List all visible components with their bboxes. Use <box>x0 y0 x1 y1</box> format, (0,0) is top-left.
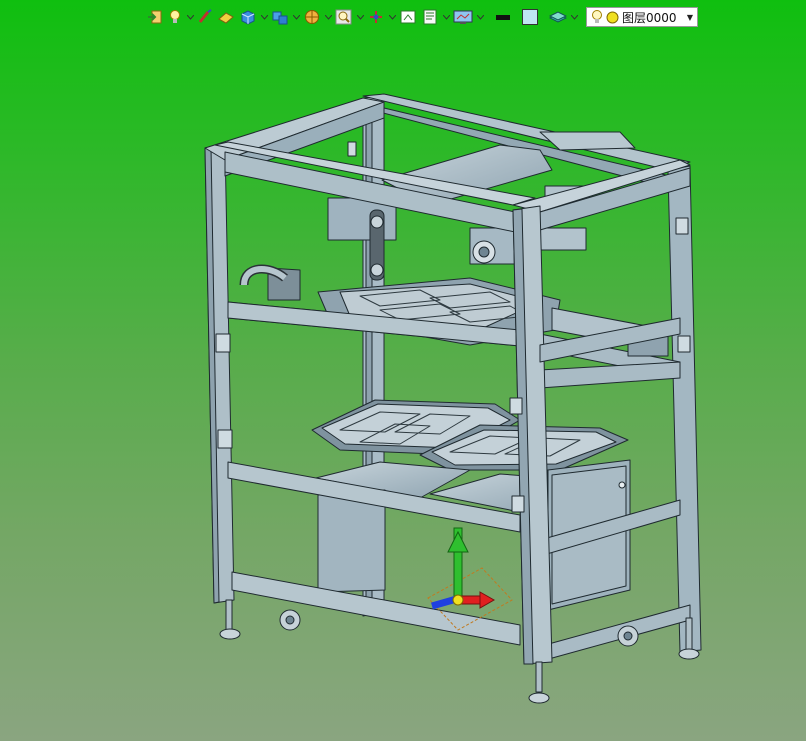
zoom-button[interactable] <box>334 7 354 27</box>
graphics-toolbar: 图层0000 ▼ <box>146 6 698 28</box>
chevron-down-icon <box>476 14 484 20</box>
cube-icon <box>241 10 255 25</box>
move-axes-icon <box>370 11 382 23</box>
import-icon <box>148 10 162 24</box>
move-axes-button[interactable] <box>366 7 386 27</box>
line-color-button[interactable] <box>494 7 512 27</box>
light-bulb-icon <box>170 10 180 23</box>
chevron-down-icon <box>186 14 194 20</box>
brush-icon <box>198 9 212 23</box>
panel-icon <box>423 9 437 25</box>
section-view-button[interactable] <box>302 7 322 27</box>
panel-button[interactable] <box>420 7 440 27</box>
light-dropdown[interactable] <box>186 7 194 27</box>
light-button[interactable] <box>166 7 184 27</box>
machine-frame-model[interactable] <box>0 30 806 741</box>
chevron-down-icon <box>292 14 300 20</box>
3d-viewport[interactable] <box>0 30 806 741</box>
layer-dropdown-arrow[interactable]: ▼ <box>687 13 693 22</box>
cube-stack-button[interactable] <box>270 7 290 27</box>
import-button[interactable] <box>146 7 164 27</box>
panel-dropdown[interactable] <box>442 7 450 27</box>
fill-color-icon <box>522 9 538 25</box>
chevron-down-icon <box>388 14 396 20</box>
layer-select[interactable]: 图层0000 ▼ <box>586 7 698 27</box>
fit-view-button[interactable] <box>398 7 418 27</box>
eraser-icon <box>218 12 234 24</box>
zoom-dropdown[interactable] <box>356 7 364 27</box>
section-view-dropdown[interactable] <box>324 7 332 27</box>
layer-stack-button[interactable] <box>548 7 568 27</box>
zoom-icon <box>335 9 352 25</box>
cube-dropdown[interactable] <box>260 7 268 27</box>
fill-color-button[interactable] <box>520 7 540 27</box>
cube-button[interactable] <box>238 7 258 27</box>
light-bulb-icon <box>592 10 602 23</box>
layer-stack-icon <box>549 11 567 23</box>
display-mode-dropdown[interactable] <box>476 7 484 27</box>
cube-stack-icon <box>272 11 288 25</box>
display-mode-icon <box>453 10 473 24</box>
yellow-circle-icon <box>606 11 619 23</box>
chevron-down-icon <box>570 14 578 20</box>
section-view-icon <box>305 10 319 24</box>
cube-stack-dropdown[interactable] <box>292 7 300 27</box>
chevron-down-icon <box>442 14 450 20</box>
chevron-down-icon <box>324 14 332 20</box>
eraser-button[interactable] <box>216 7 236 27</box>
fit-view-icon <box>400 10 416 24</box>
chevron-down-icon <box>356 14 364 20</box>
chevron-down-icon <box>260 14 268 20</box>
layer-name: 图层0000 <box>622 10 677 25</box>
brush-button[interactable] <box>196 7 214 27</box>
move-axes-dropdown[interactable] <box>388 7 396 27</box>
display-mode-button[interactable] <box>452 7 474 27</box>
line-color-icon <box>496 15 510 20</box>
layer-stack-dropdown[interactable] <box>570 7 578 27</box>
